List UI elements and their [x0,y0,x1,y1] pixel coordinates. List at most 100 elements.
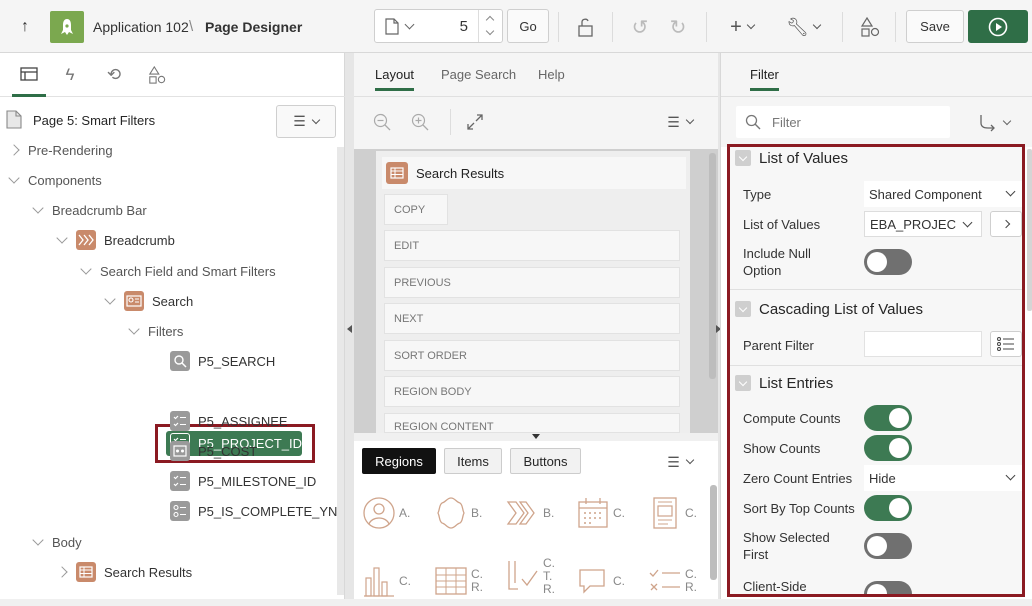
collapse-left-arrow-icon[interactable] [347,325,352,333]
layout-canvas: Search Results COPY EDIT PREVIOUS NEXT S… [354,149,720,433]
layout-menu-button[interactable]: ☰ [660,111,700,133]
chevron-down-icon[interactable] [80,263,92,275]
card-icon [653,497,677,529]
tree-node-filters[interactable]: Filters [128,318,183,344]
tree-node-body[interactable]: Body [32,529,82,555]
app-icon[interactable] [50,11,84,43]
up-arrow-icon[interactable]: ↑ [14,16,36,38]
tree-node-p5-cost[interactable]: P5_COST [170,438,257,464]
tab-rendering[interactable] [12,53,46,97]
gallery-tab-regions[interactable]: Regions [362,448,436,474]
gallery-item-breadcrumb[interactable]: B. [506,493,566,533]
tree-node-p5-milestone-id[interactable]: P5_MILESTONE_ID [170,468,316,494]
go-to-group-button[interactable] [977,112,1012,134]
page-selector[interactable]: 5 [374,9,503,43]
chevron-down-icon[interactable] [32,534,44,546]
run-button[interactable] [968,10,1028,43]
position-region-content[interactable]: REGION CONTENT [384,413,680,433]
tree-node-p5-search[interactable]: P5_SEARCH [170,348,275,374]
chevron-down-icon[interactable] [128,323,140,335]
tree-node-breadcrumb-bar[interactable]: Breadcrumb Bar [32,197,147,223]
left-scrollbar-track[interactable] [337,147,344,595]
go-button[interactable]: Go [507,9,549,43]
tree-node-components[interactable]: Components [8,167,102,193]
tab-help[interactable]: Help [538,67,565,88]
filter-row: Filter [721,97,1032,147]
tree-node-p5-assignee[interactable]: P5_ASSIGNEE [170,408,288,434]
unlock-icon[interactable] [574,15,598,39]
gallery-item-label: C. [685,505,697,520]
utilities-wrench-button[interactable]: 🔧︎ [785,15,822,39]
gallery-item-label: A. [399,505,411,520]
processing-icon[interactable]: ⟲ [102,65,126,85]
tree-node-search-results[interactable]: Search Results [56,559,192,585]
tree-node-search[interactable]: Search [104,288,193,314]
page-designer-title: Page Designer [205,19,303,35]
tree-node-label: P5_SEARCH [198,353,276,369]
undo-icon[interactable]: ↺ [628,15,652,39]
gallery-item-calendar[interactable]: C. [576,493,636,533]
canvas-scrollbar[interactable] [709,153,716,379]
table-icon [435,567,467,595]
column-toggle-icon [508,561,538,590]
page-spinner[interactable] [478,10,502,42]
chevron-up-icon[interactable] [485,15,495,25]
chevron-right-icon[interactable] [56,566,68,578]
gallery-tab-buttons[interactable]: Buttons [510,448,581,474]
tree-node-pre-rendering[interactable]: Pre-Rendering [8,137,113,163]
gallery-item-label: C. T. R. [543,555,555,596]
tree-node-breadcrumb[interactable]: Breadcrumb [56,227,175,253]
gallery-menu-button[interactable]: ☰ [660,451,700,473]
create-menu-button[interactable]: + [724,15,760,39]
tree-node-label: P5_ASSIGNEE [198,413,288,429]
position-edit[interactable]: EDIT [384,230,680,261]
chevron-down-icon[interactable] [8,172,20,184]
page-number-input[interactable]: 5 [460,18,468,35]
zoom-in-icon[interactable] [409,111,431,133]
tab-page-search[interactable]: Page Search [441,67,516,88]
position-next[interactable]: NEXT [384,303,680,334]
tab-layout[interactable]: Layout [375,67,415,91]
gallery-item-column-toggle-report[interactable]: C. T. R. [506,546,566,606]
filter-input[interactable]: Filter [736,106,950,138]
zoom-out-icon[interactable] [371,111,393,133]
search-item-icon [170,351,190,371]
save-button[interactable]: Save [906,10,964,43]
page-icon [385,17,399,35]
gallery-item-avatar[interactable]: A. [362,493,422,533]
shared-components-icon[interactable] [858,15,882,39]
position-sort-order[interactable]: SORT ORDER [384,340,680,371]
play-icon [988,17,1008,36]
chevron-down-icon[interactable] [56,232,68,244]
chevron-down-icon[interactable] [32,202,44,214]
chevron-right-icon[interactable] [8,144,20,156]
report-region-icon [386,162,408,184]
tree-node-search-field-smart-filters[interactable]: Search Field and Smart Filters [80,258,276,284]
app-name[interactable]: Application 102 [93,19,189,35]
gallery-item-card[interactable]: C. [648,493,708,533]
collapse-down-arrow-icon[interactable] [532,434,540,439]
gallery-scrollbar[interactable] [710,485,717,580]
gallery-item-label: C. R. [471,567,483,594]
position-previous[interactable]: PREVIOUS [384,267,680,298]
dynamic-actions-icon[interactable]: ϟ [58,65,82,85]
tree-node-p5-is-complete-yn[interactable]: P5_IS_COMPLETE_YN [170,498,337,524]
gallery-tab-items[interactable]: Items [444,448,502,474]
expand-icon[interactable] [464,111,486,133]
search-icon [745,114,761,130]
radio-group-icon [170,501,190,521]
left-splitter[interactable] [345,53,354,599]
redo-icon[interactable]: ↻ [666,15,690,39]
position-region-body[interactable]: REGION BODY [384,376,680,407]
gallery-splitter[interactable] [354,433,720,441]
shared-components-tab-icon[interactable] [145,65,169,85]
tab-filter[interactable]: Filter [750,67,779,91]
properties-scrollbar[interactable] [1027,149,1032,311]
tree-menu-button[interactable]: ☰ [276,105,336,138]
chevron-down-icon[interactable] [104,293,116,305]
gallery-item-badge[interactable]: B. [434,493,494,533]
top-toolbar: ↑ Application 102 \ Page Designer 5 Go ↺… [0,0,1032,53]
position-copy[interactable]: COPY [384,194,448,225]
chevron-down-icon [404,19,415,29]
chevron-down-icon[interactable] [485,26,495,36]
